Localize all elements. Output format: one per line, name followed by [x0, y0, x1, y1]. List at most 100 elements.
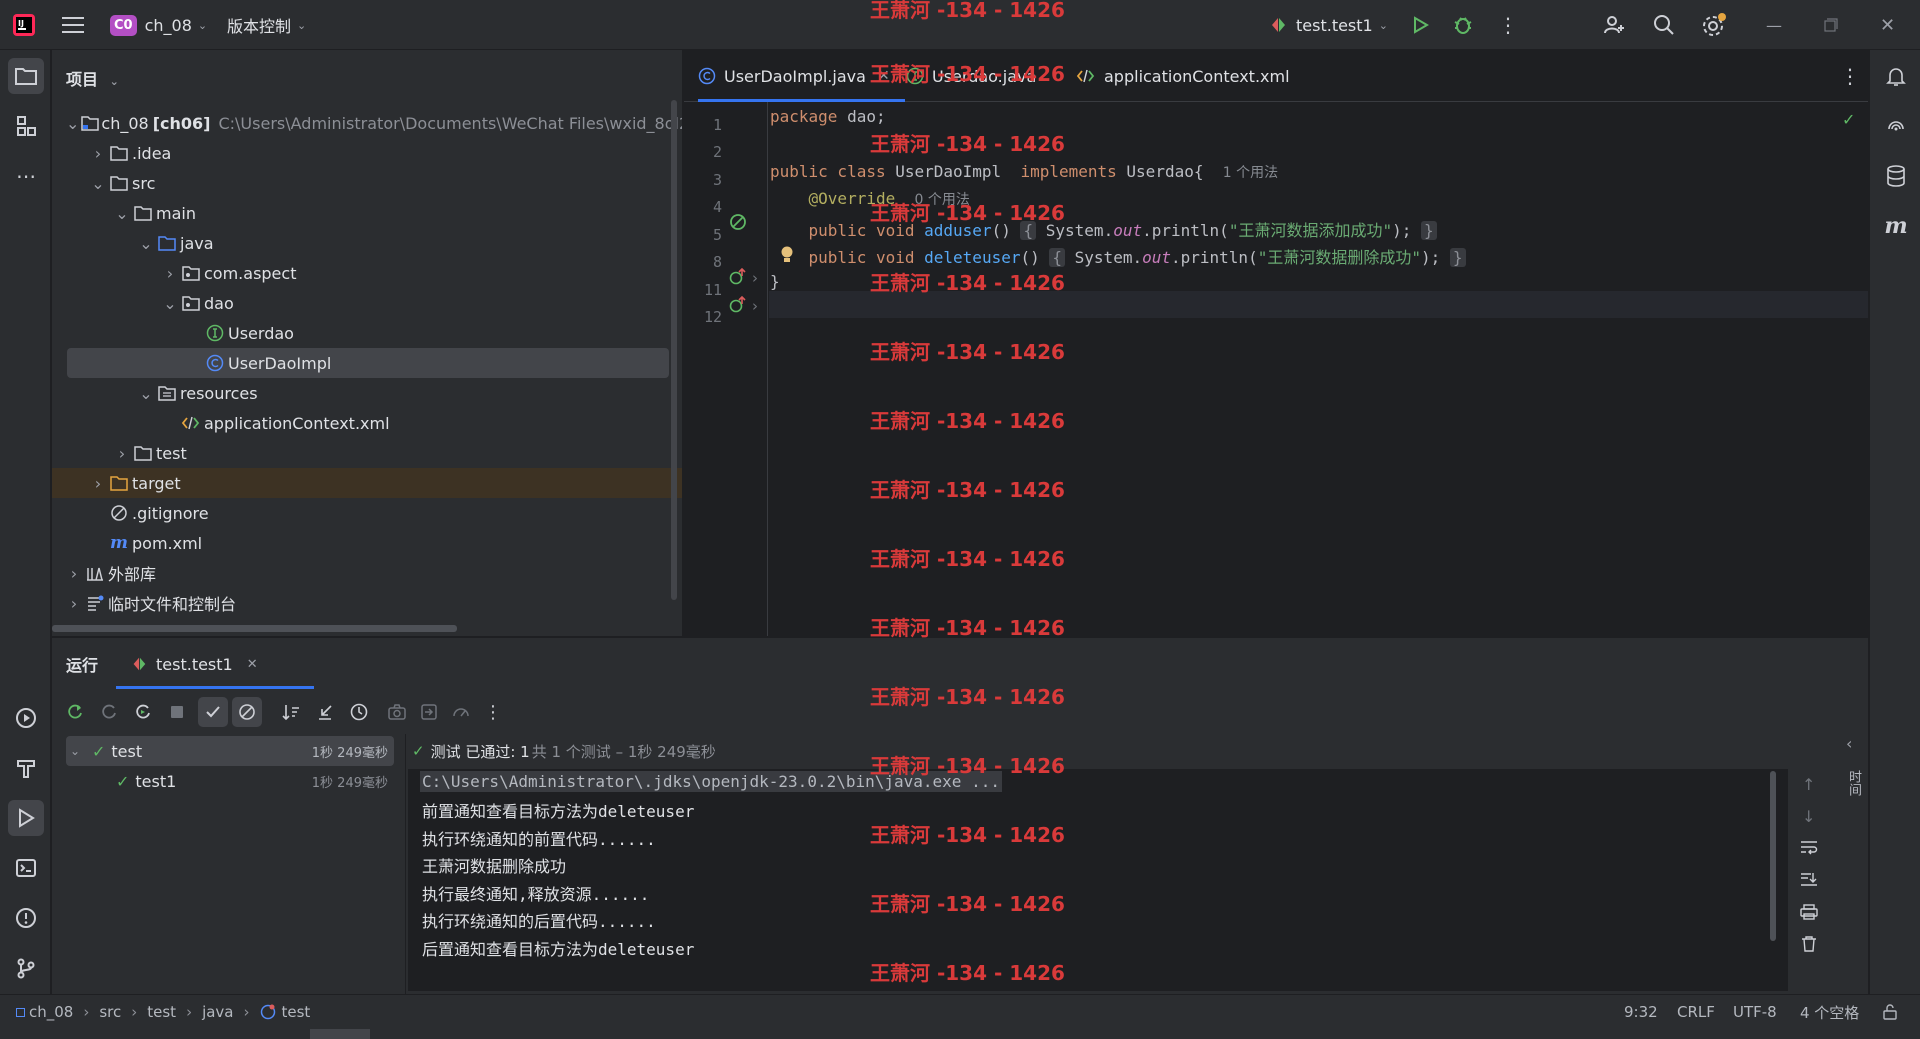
- run-config-selector[interactable]: test.test1 ⌄: [1268, 0, 1388, 50]
- tree-item-userdaoimpl[interactable]: UserDaoImpl: [67, 348, 669, 378]
- app-logo-icon[interactable]: IJ: [12, 0, 36, 50]
- breadcrumb-item[interactable]: test: [147, 1003, 176, 1021]
- tree-item-resources[interactable]: ⌄ resources: [52, 378, 682, 408]
- terminal-tool-icon[interactable]: [8, 850, 44, 886]
- project-switcher[interactable]: C0 ch_08 ⌄: [110, 0, 207, 50]
- fold-marker[interactable]: {: [1020, 221, 1037, 240]
- vcs-menu[interactable]: 版本控制 ⌄: [227, 0, 306, 50]
- maven-icon[interactable]: m: [1878, 208, 1914, 244]
- show-ignored-icon[interactable]: [232, 697, 262, 727]
- restore-icon[interactable]: [1824, 0, 1838, 50]
- more-options-icon[interactable]: ⋮: [478, 697, 508, 727]
- project-tool-icon[interactable]: [8, 58, 44, 94]
- tree-item-pom[interactable]: m pom.xml: [52, 528, 682, 558]
- fold-marker[interactable]: }: [1449, 248, 1466, 267]
- breadcrumb-item[interactable]: src: [99, 1003, 121, 1021]
- implementation-marker-icon[interactable]: [728, 295, 748, 318]
- stop-icon[interactable]: [162, 697, 192, 727]
- toggle-auto-test-icon[interactable]: [128, 697, 158, 727]
- code-line-4[interactable]: @Override 0 个用法: [770, 189, 970, 209]
- line-ending[interactable]: CRLF: [1677, 995, 1715, 1029]
- tree-item-test[interactable]: › test: [52, 438, 682, 468]
- fold-chevron-icon[interactable]: ›: [752, 297, 758, 315]
- build-tool-icon[interactable]: [8, 750, 44, 786]
- print-icon[interactable]: [1800, 903, 1818, 925]
- scroll-up-icon[interactable]: ↑: [1802, 775, 1815, 794]
- code-line-11[interactable]: }: [770, 272, 780, 291]
- tree-item-gitignore[interactable]: .gitignore: [52, 498, 682, 528]
- horizontal-scrollbar[interactable]: [52, 625, 457, 632]
- fold-marker[interactable]: {: [1049, 248, 1066, 267]
- tree-item-dao[interactable]: ⌄ dao: [52, 288, 682, 318]
- caret-position[interactable]: 9:32: [1624, 995, 1658, 1029]
- add-user-icon[interactable]: [1602, 0, 1626, 50]
- ai-assistant-icon[interactable]: [1878, 108, 1914, 144]
- git-tool-icon[interactable]: [8, 950, 44, 986]
- code-line-3[interactable]: public class UserDaoImpl implements User…: [770, 162, 1278, 182]
- tree-item-idea[interactable]: › .idea: [52, 138, 682, 168]
- notifications-icon[interactable]: [1878, 58, 1914, 94]
- tab-applicationcontext[interactable]: applicationContext.xml: [1076, 50, 1290, 102]
- bean-icon[interactable]: [728, 212, 748, 236]
- run-icon[interactable]: [1410, 0, 1430, 50]
- close-tab-icon[interactable]: ✕: [247, 657, 258, 672]
- rerun-icon[interactable]: [60, 697, 90, 727]
- usage-hint[interactable]: 1 个用法: [1223, 165, 1278, 181]
- sort-icon[interactable]: [276, 697, 306, 727]
- search-icon[interactable]: [1652, 0, 1676, 50]
- tree-item-applicationcontext[interactable]: applicationContext.xml: [52, 408, 682, 438]
- camera-icon[interactable]: [382, 697, 412, 727]
- run-tool-icon[interactable]: [8, 800, 44, 836]
- tree-item-java[interactable]: ⌄ java: [52, 228, 682, 258]
- scroll-down-icon[interactable]: ↓: [1802, 807, 1815, 826]
- close-window-icon[interactable]: ✕: [1880, 0, 1895, 50]
- breadcrumb-item[interactable]: java: [202, 1003, 233, 1021]
- code-line-8[interactable]: public void deleteuser() { System.out.pr…: [770, 244, 1466, 268]
- fold-chevron-icon[interactable]: ›: [752, 269, 758, 287]
- code-line-5[interactable]: public void adduser() { System.out.print…: [770, 217, 1437, 241]
- scroll-to-end-icon[interactable]: [1800, 871, 1818, 891]
- file-encoding[interactable]: UTF-8: [1733, 995, 1777, 1029]
- indent-setting[interactable]: 4 个空格: [1800, 995, 1859, 1029]
- show-passed-icon[interactable]: [198, 697, 228, 727]
- chevron-left-icon[interactable]: ‹: [1846, 734, 1852, 753]
- clear-icon[interactable]: [1800, 935, 1818, 957]
- coverage-icon[interactable]: [446, 697, 476, 727]
- more-actions-icon[interactable]: ⋮: [1498, 0, 1518, 50]
- usage-hint[interactable]: 0 个用法: [915, 192, 970, 208]
- settings-icon[interactable]: [1701, 0, 1727, 50]
- tree-item-userdao[interactable]: Userdao: [52, 318, 682, 348]
- read-only-lock-icon[interactable]: [1882, 995, 1898, 1029]
- tabs-menu-icon[interactable]: ⋮: [1840, 50, 1860, 102]
- services-tool-icon[interactable]: [8, 700, 44, 736]
- tree-root[interactable]: ⌄ ch_08 [ch06] C:\Users\Administrator\Do…: [52, 108, 682, 138]
- close-tab-icon[interactable]: ✕: [878, 68, 890, 84]
- tree-item-main[interactable]: ⌄ main: [52, 198, 682, 228]
- tree-item-scratches[interactable]: › 临时文件和控制台: [52, 588, 682, 618]
- side-label[interactable]: 时间: [1844, 770, 1863, 796]
- tree-item-src[interactable]: ⌄ src: [52, 168, 682, 198]
- test-row[interactable]: ✓ test1 1秒 249毫秒: [66, 766, 394, 796]
- breadcrumb-item[interactable]: test: [282, 1003, 311, 1021]
- collapse-icon[interactable]: [310, 697, 340, 727]
- minimize-icon[interactable]: —: [1766, 0, 1782, 50]
- lightbulb-icon[interactable]: [779, 245, 795, 269]
- console-output[interactable]: C:\Users\Administrator\.jdks\openjdk-23.…: [408, 769, 1788, 991]
- breadcrumb-item[interactable]: ch_08: [29, 1003, 73, 1021]
- console-scrollbar[interactable]: [1770, 771, 1776, 941]
- more-tools-icon[interactable]: ⋯: [8, 158, 44, 194]
- run-tab-test1[interactable]: test.test1 ✕: [130, 638, 258, 690]
- structure-tool-icon[interactable]: [8, 108, 44, 144]
- debug-icon[interactable]: [1452, 0, 1474, 50]
- history-icon[interactable]: [344, 697, 374, 727]
- tab-userdaoimpl[interactable]: UserDaoImpl.java ✕: [698, 50, 905, 102]
- implementation-marker-icon[interactable]: [728, 267, 748, 290]
- soft-wrap-icon[interactable]: [1800, 839, 1818, 859]
- rerun-failed-icon[interactable]: [94, 697, 124, 727]
- tree-item-com-aspect[interactable]: › com.aspect: [52, 258, 682, 288]
- code-line-1[interactable]: package dao;: [770, 107, 886, 126]
- tree-item-target[interactable]: › target: [52, 468, 682, 498]
- project-panel-header[interactable]: 项目 ⌄: [66, 66, 119, 90]
- main-menu-icon[interactable]: [62, 0, 84, 50]
- test-row[interactable]: ⌄ ✓ test 1秒 249毫秒: [66, 736, 394, 766]
